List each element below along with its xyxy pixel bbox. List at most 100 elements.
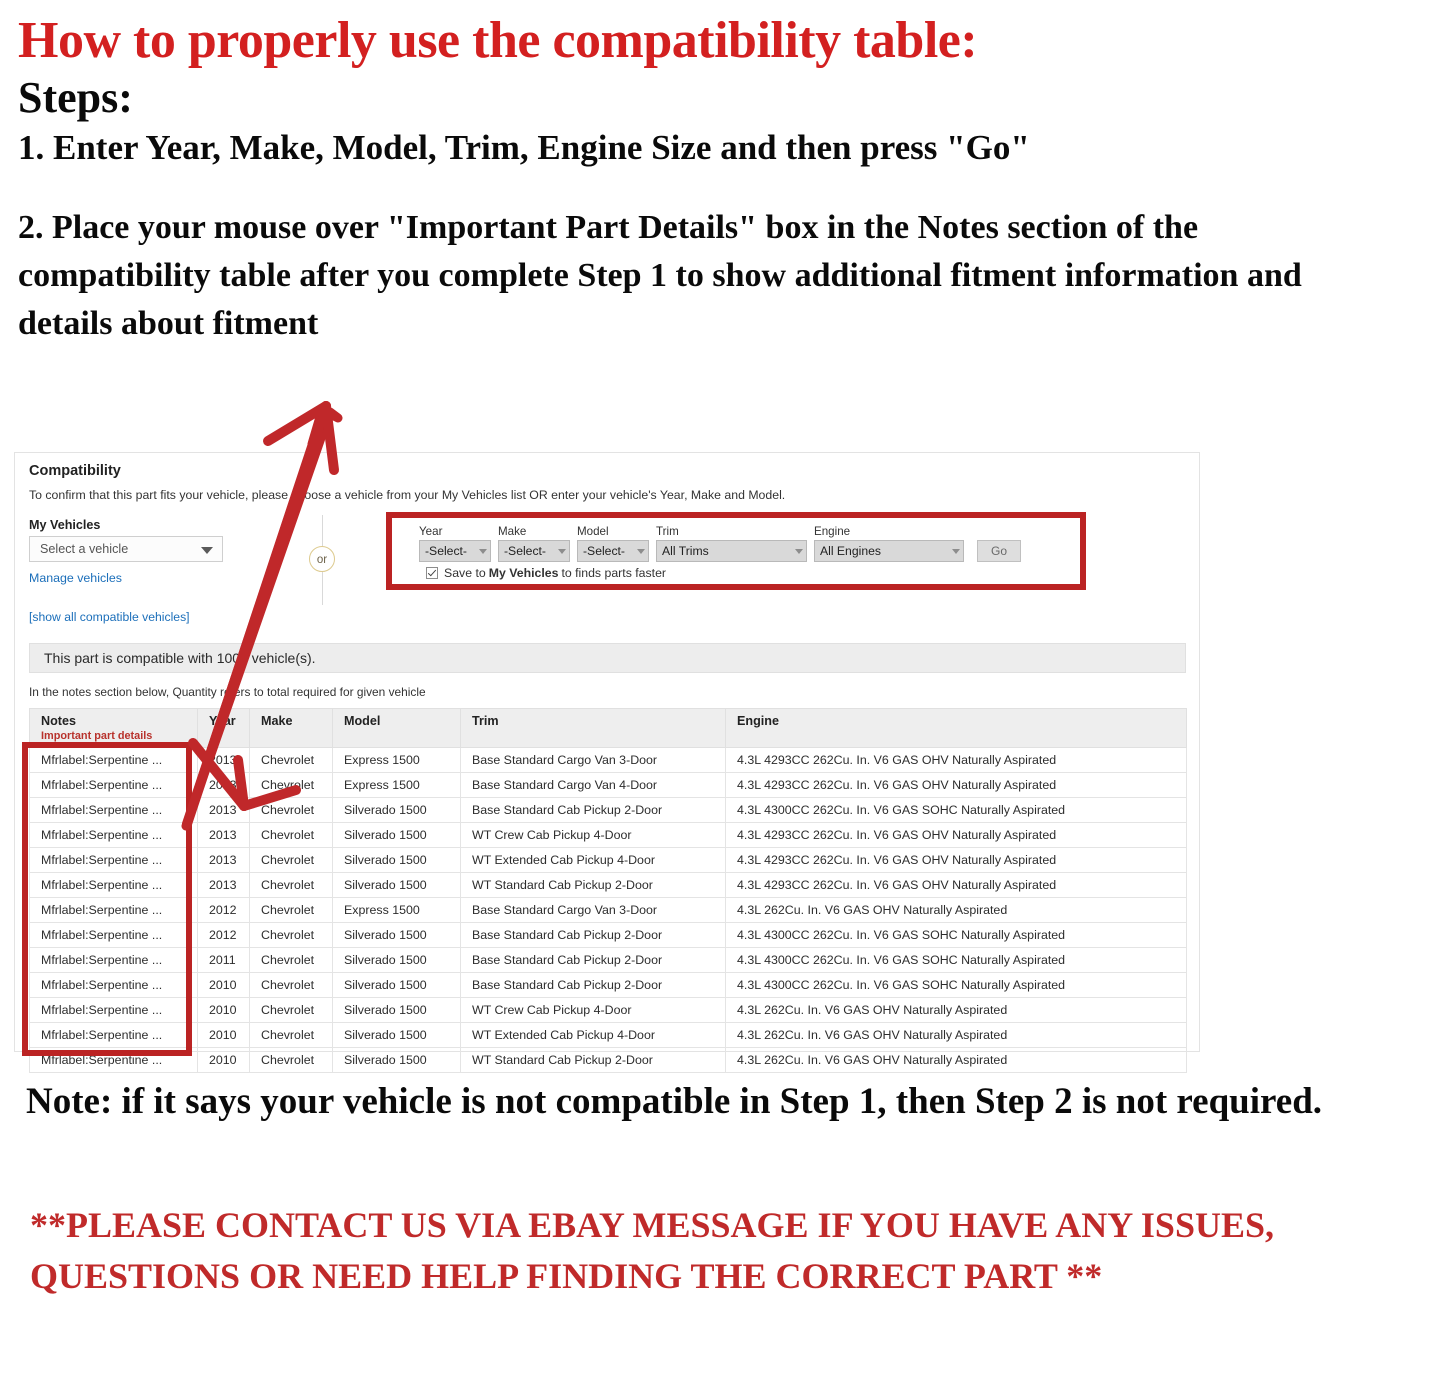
- cell-engine: 4.3L 262Cu. In. V6 GAS OHV Naturally Asp…: [725, 1047, 1187, 1073]
- cell-notes[interactable]: Mfrlabel:Serpentine ...: [29, 972, 198, 998]
- show-all-compatible-vehicles-link[interactable]: [show all compatible vehicles]: [29, 610, 190, 624]
- cell-make: Chevrolet: [249, 822, 333, 848]
- cell-trim: Base Standard Cab Pickup 2-Door: [460, 972, 726, 998]
- cell-model: Express 1500: [332, 747, 461, 773]
- cell-notes[interactable]: Mfrlabel:Serpentine ...: [29, 847, 198, 873]
- compatibility-result-banner: This part is compatible with 1000 vehicl…: [29, 643, 1186, 673]
- header-important-part-details: Important part details: [41, 730, 153, 742]
- cell-engine: 4.3L 4293CC 262Cu. In. V6 GAS OHV Natura…: [725, 747, 1187, 773]
- cell-trim: Base Standard Cab Pickup 2-Door: [460, 922, 726, 948]
- or-separator: or: [303, 515, 343, 605]
- trim-select[interactable]: All Trims: [656, 540, 807, 562]
- save-bold-text: My Vehicles: [488, 566, 559, 580]
- engine-label: Engine: [814, 525, 851, 538]
- cell-engine: 4.3L 4293CC 262Cu. In. V6 GAS OHV Natura…: [725, 822, 1187, 848]
- cell-engine: 4.3L 4300CC 262Cu. In. V6 GAS SOHC Natur…: [725, 797, 1187, 823]
- table-row: Mfrlabel:Serpentine ... 2013 Chevrolet Expr…: [29, 747, 1187, 773]
- cell-engine: 4.3L 4293CC 262Cu. In. V6 GAS OHV Natura…: [725, 772, 1187, 798]
- table-row: Mfrlabel:Serpentine ... 2011 Chevrolet Silv…: [29, 947, 1187, 973]
- cell-engine: 4.3L 4300CC 262Cu. In. V6 GAS SOHC Natur…: [725, 947, 1187, 973]
- save-to-my-vehicles-row[interactable]: Save to My Vehicles to finds parts faste…: [426, 566, 666, 580]
- cell-model: Silverado 1500: [332, 1047, 461, 1073]
- compatibility-heading: Compatibility: [29, 463, 121, 479]
- compatibility-result-text: This part is compatible with 1000 vehicl…: [44, 650, 316, 666]
- cell-make: Chevrolet: [249, 1022, 333, 1048]
- manage-vehicles-link[interactable]: Manage vehicles: [29, 571, 122, 585]
- quantity-notes-hint: In the notes section below, Quantity ref…: [29, 685, 426, 699]
- cell-make: Chevrolet: [249, 847, 333, 873]
- year-select[interactable]: -Select-: [419, 540, 491, 562]
- cell-trim: WT Standard Cab Pickup 2-Door: [460, 1047, 726, 1073]
- steps-label: Steps:: [18, 73, 133, 123]
- cell-year: 2010: [197, 997, 250, 1023]
- cell-notes[interactable]: Mfrlabel:Serpentine ...: [29, 747, 198, 773]
- table-row: Mfrlabel:Serpentine ... 2013 Chevrolet Silv…: [29, 797, 1187, 823]
- step-two-text: 2. Place your mouse over "Important Part…: [18, 208, 1302, 343]
- cell-trim: WT Crew Cab Pickup 4-Door: [460, 822, 726, 848]
- table-row: Mfrlabel:Serpentine ... 2010 Chevrolet Silv…: [29, 972, 1187, 998]
- my-vehicles-dropdown[interactable]: Select a vehicle: [29, 536, 223, 562]
- cell-engine: 4.3L 262Cu. In. V6 GAS OHV Naturally Asp…: [725, 897, 1187, 923]
- chevron-down-icon: [637, 548, 645, 554]
- cell-notes[interactable]: Mfrlabel:Serpentine ...: [29, 997, 198, 1023]
- cell-year: 2013: [197, 797, 250, 823]
- cell-model: Express 1500: [332, 772, 461, 798]
- cell-make: Chevrolet: [249, 797, 333, 823]
- model-label: Model: [577, 525, 609, 538]
- cell-trim: Base Standard Cargo Van 4-Door: [460, 772, 726, 798]
- header-engine: Engine: [725, 708, 1187, 748]
- cell-year: 2013: [197, 847, 250, 873]
- model-field: Model -Select-: [577, 525, 649, 562]
- save-to-my-vehicles-checkbox[interactable]: [426, 567, 438, 579]
- go-button[interactable]: Go: [977, 540, 1021, 562]
- cell-model: Silverado 1500: [332, 822, 461, 848]
- cell-make: Chevrolet: [249, 772, 333, 798]
- header-notes: Notes Important part details: [29, 708, 198, 748]
- table-row: Mfrlabel:Serpentine ... 2010 Chevrolet Silv…: [29, 1022, 1187, 1048]
- cell-engine: 4.3L 4300CC 262Cu. In. V6 GAS SOHC Natur…: [725, 972, 1187, 998]
- cell-notes[interactable]: Mfrlabel:Serpentine ...: [29, 822, 198, 848]
- make-select[interactable]: -Select-: [498, 540, 570, 562]
- header-notes-label: Notes: [41, 714, 76, 728]
- table-row: Mfrlabel:Serpentine ... 2010 Chevrolet Silv…: [29, 997, 1187, 1023]
- model-select[interactable]: -Select-: [577, 540, 649, 562]
- cell-notes[interactable]: Mfrlabel:Serpentine ...: [29, 772, 198, 798]
- year-label: Year: [419, 525, 443, 538]
- cell-year: 2010: [197, 1047, 250, 1073]
- vehicle-lookup-form: Year -Select- Make -Select- Model -Selec…: [419, 525, 1021, 562]
- cell-notes[interactable]: Mfrlabel:Serpentine ...: [29, 897, 198, 923]
- cell-engine: 4.3L 262Cu. In. V6 GAS OHV Naturally Asp…: [725, 997, 1187, 1023]
- fitment-table: Notes Important part details Year Make M…: [29, 708, 1187, 1073]
- model-select-value: -Select-: [583, 544, 625, 558]
- table-row: Mfrlabel:Serpentine ... 2012 Chevrolet Expr…: [29, 897, 1187, 923]
- chevron-down-icon: [201, 547, 213, 554]
- cell-notes[interactable]: Mfrlabel:Serpentine ...: [29, 1022, 198, 1048]
- cell-notes[interactable]: Mfrlabel:Serpentine ...: [29, 922, 198, 948]
- cell-notes[interactable]: Mfrlabel:Serpentine ...: [29, 872, 198, 898]
- table-row: Mfrlabel:Serpentine ... 2012 Chevrolet Silv…: [29, 922, 1187, 948]
- cell-model: Express 1500: [332, 897, 461, 923]
- cell-trim: WT Standard Cab Pickup 2-Door: [460, 872, 726, 898]
- cell-model: Silverado 1500: [332, 1022, 461, 1048]
- engine-select[interactable]: All Engines: [814, 540, 964, 562]
- save-prefix-text: Save to: [444, 566, 486, 580]
- trim-field: Trim All Trims: [656, 525, 807, 562]
- cell-engine: 4.3L 4293CC 262Cu. In. V6 GAS OHV Natura…: [725, 847, 1187, 873]
- cell-model: Silverado 1500: [332, 947, 461, 973]
- header-year: Year: [197, 708, 250, 748]
- table-row: Mfrlabel:Serpentine ... 2010 Chevrolet Silv…: [29, 1047, 1187, 1073]
- cell-trim: Base Standard Cargo Van 3-Door: [460, 747, 726, 773]
- cell-notes[interactable]: Mfrlabel:Serpentine ...: [29, 947, 198, 973]
- trim-label: Trim: [656, 525, 679, 538]
- chevron-down-icon: [795, 548, 803, 554]
- cell-trim: Base Standard Cab Pickup 2-Door: [460, 947, 726, 973]
- year-select-value: -Select-: [425, 544, 467, 558]
- cell-make: Chevrolet: [249, 872, 333, 898]
- cell-notes[interactable]: Mfrlabel:Serpentine ...: [29, 797, 198, 823]
- make-field: Make -Select-: [498, 525, 570, 562]
- cell-year: 2013: [197, 747, 250, 773]
- cell-notes[interactable]: Mfrlabel:Serpentine ...: [29, 1047, 198, 1073]
- make-select-value: -Select-: [504, 544, 546, 558]
- cell-model: Silverado 1500: [332, 997, 461, 1023]
- cell-year: 2012: [197, 897, 250, 923]
